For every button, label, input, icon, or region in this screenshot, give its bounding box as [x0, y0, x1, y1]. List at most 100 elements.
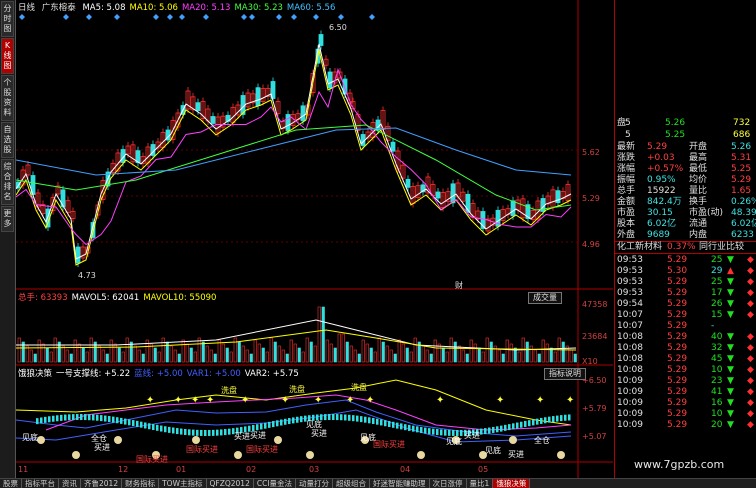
sector-change: 0.37%	[667, 242, 696, 252]
legend-item: MAVOL5: 62041	[71, 293, 140, 303]
legend-item: 蓝线: +5.00	[134, 369, 183, 379]
candle-body	[435, 191, 441, 199]
tick-row: 09:54 5.29 26 ▼ ◆	[615, 299, 756, 310]
arrow-down-icon: ▼	[727, 387, 734, 397]
tick-volume: 17	[711, 288, 723, 298]
kline-svg[interactable]: ✦ ✦ ✦ ✦ ✦ ✦ ✦ ✦ ✦ ✦ ✦ ✦ ✦洗盘 洗盘 洗盘见底见底见底 见底见底全仓 全仓买进买进 买进买…	[16, 0, 613, 478]
tick-price: 5.29	[667, 343, 688, 353]
volume-bar	[285, 353, 289, 363]
indicator-tick: +5.07	[582, 432, 607, 441]
left-tab[interactable]: 综合排名	[1, 159, 14, 205]
signal-diamond	[167, 14, 173, 20]
star-marker: ✦	[436, 395, 444, 406]
signal-diamond	[276, 14, 282, 20]
indicator-bar	[108, 416, 111, 423]
tick-volume: 40	[711, 332, 723, 342]
volume-bar	[393, 353, 397, 363]
left-tab[interactable]: 个股资料	[1, 75, 14, 121]
indicator-bar	[220, 429, 223, 436]
candle-body	[327, 71, 333, 89]
volume-bar	[269, 337, 273, 363]
left-tab[interactable]: 分时图	[1, 1, 14, 37]
volume-bar	[281, 349, 285, 363]
volume-bar	[481, 351, 485, 363]
signal-label: 见底	[446, 436, 462, 446]
indicator-bar	[336, 414, 339, 421]
price-tick: 5.29	[582, 194, 600, 203]
arrow-down-icon: ▼	[727, 409, 734, 419]
indicator-bar	[432, 428, 435, 435]
money-bag-icon	[114, 436, 122, 444]
arrow-down-icon: ▼	[727, 343, 734, 353]
quote-value: 5.25	[665, 130, 686, 140]
quote-value: 5.31	[731, 153, 752, 163]
indicator-bar	[440, 429, 443, 436]
volume-bar	[413, 337, 417, 363]
indicator-bar	[520, 421, 523, 428]
tick-row: 10:09 5.29 20 ▼ ◆	[615, 420, 756, 431]
volume-select-button[interactable]: 成交量	[528, 292, 562, 304]
indicator-tick: +5.79	[582, 404, 607, 413]
tick-row: 10:07 5.29 -	[615, 321, 756, 332]
finance-marker[interactable]: 财	[455, 280, 463, 291]
indicator-bar	[164, 426, 167, 433]
tick-time: 09:53	[617, 277, 643, 287]
tick-volume: -	[711, 321, 715, 331]
volume-unit: X10	[582, 357, 598, 366]
volume-bar	[497, 349, 501, 363]
legend-item: MA30: 5.23	[234, 3, 283, 13]
indicator-bar	[192, 429, 195, 436]
indicator-bar	[204, 429, 207, 436]
star-marker: ✦	[346, 395, 354, 406]
indicator-bar	[364, 416, 367, 423]
left-tab[interactable]: 自选股	[1, 122, 14, 158]
tick-time: 10:08	[617, 365, 643, 375]
quote-level: 5	[625, 118, 631, 128]
volume-bar	[69, 353, 73, 363]
volume-bar	[449, 337, 453, 363]
volume-bar	[29, 349, 33, 363]
indicator-bar	[260, 423, 263, 430]
left-tab[interactable]: 更多	[1, 206, 14, 232]
indicator-bar	[564, 414, 567, 421]
volume-bar	[517, 351, 521, 363]
arrow-down-icon: ▼	[727, 420, 734, 430]
volume-bar	[301, 351, 305, 363]
legend-item: MA10: 5.06	[129, 3, 178, 13]
tick-price: 5.29	[667, 277, 688, 287]
sector-row[interactable]: 化工新材料 0.37% 同行业比较	[615, 241, 756, 254]
signal-label: 洗盘	[351, 382, 367, 392]
tick-row: 10:08 5.29 40 ▼ ◆	[615, 332, 756, 343]
volume-bar	[561, 341, 565, 363]
candle-body	[285, 114, 291, 131]
arrow-down-icon: ▼	[727, 376, 734, 386]
quote-value: 842.4万	[647, 197, 682, 207]
indicator-bar	[100, 415, 103, 422]
quote-key: 涨幅	[617, 164, 636, 174]
indicator-bar	[356, 415, 359, 422]
indicator-bar	[488, 427, 491, 434]
chart-area[interactable]: ✦ ✦ ✦ ✦ ✦ ✦ ✦ ✦ ✦ ✦ ✦ ✦ ✦ 洗盘 洗盘 洗盘 见底 见底 见底 见底 见底 全仓 全仓 买进 买进 买进买…	[16, 0, 613, 478]
indicator-bar	[136, 420, 139, 427]
money-bag-icon	[509, 436, 517, 444]
signal-label: 国际买进	[136, 455, 168, 464]
volume-bar	[97, 345, 101, 363]
indicator-help-button[interactable]: 指标说明	[544, 368, 586, 380]
tick-time: 10:09	[617, 420, 643, 430]
quote-value: +0.03	[647, 153, 675, 163]
star-marker: ✦	[241, 395, 249, 406]
volume-bar	[141, 353, 145, 363]
quote-value: 686	[733, 130, 751, 140]
diamond-icon: ◆	[747, 255, 754, 265]
volume-bar	[317, 306, 321, 363]
left-tab[interactable]: K线图	[1, 38, 14, 74]
candle-body	[510, 200, 516, 217]
legend-item: MAVOL10: 55090	[143, 293, 217, 303]
indicator-bar	[456, 429, 459, 436]
indicator-bar	[88, 414, 91, 421]
arrow-down-icon: ▼	[727, 299, 734, 309]
volume-bar	[117, 347, 121, 363]
quote-row: 5 5.25 686	[615, 130, 756, 141]
indicator-bar	[44, 416, 47, 423]
price-low-label: 4.73	[78, 271, 96, 280]
